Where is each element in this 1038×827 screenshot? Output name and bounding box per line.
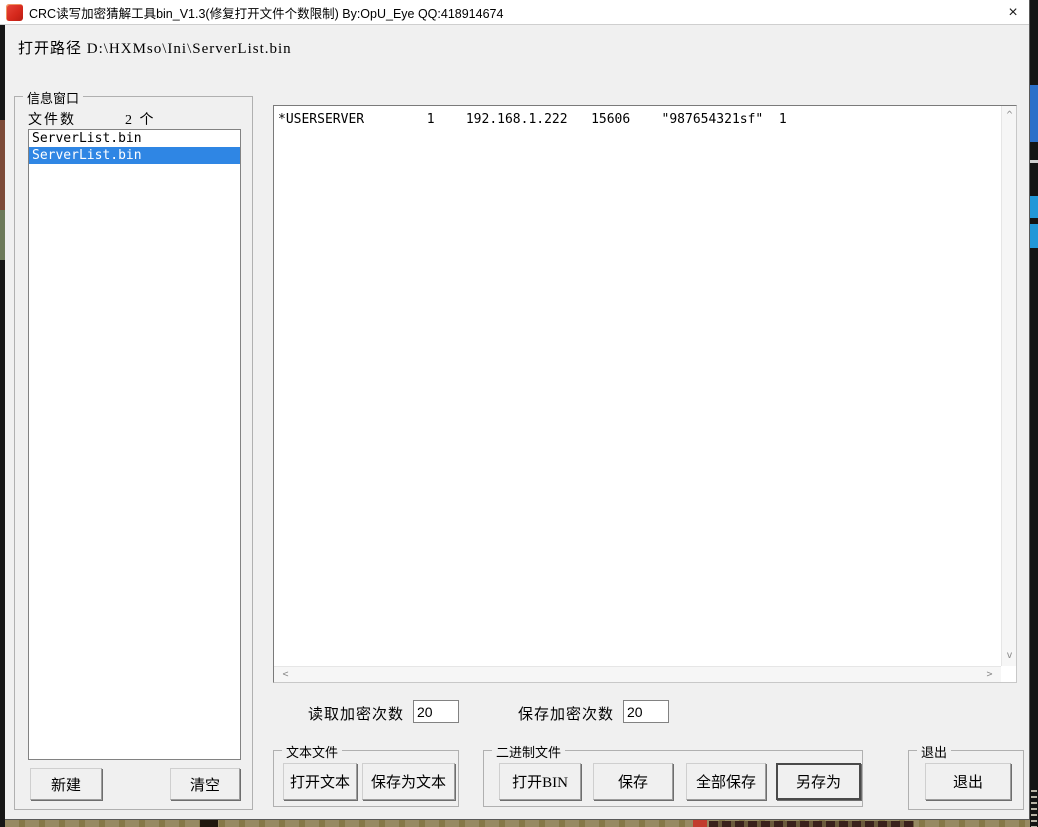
desktop-background-left <box>0 25 5 827</box>
scroll-down-icon[interactable]: v <box>1002 651 1017 661</box>
content-textarea[interactable]: *USERSERVER 1 192.168.1.222 15606 "98765… <box>273 105 1017 683</box>
exit-button[interactable]: 退出 <box>925 763 1011 800</box>
desktop-patch <box>0 120 5 210</box>
file-count-value: 2 个 <box>125 109 156 129</box>
desktop-patch <box>1030 196 1038 218</box>
binary-file-group-title: 二进制文件 <box>492 742 565 761</box>
read-encrypt-count-input[interactable] <box>413 700 459 723</box>
desktop-patch <box>200 820 218 827</box>
new-button[interactable]: 新建 <box>30 768 102 800</box>
vertical-scrollbar[interactable]: ^ v <box>1001 106 1016 666</box>
save-encrypt-count-label: 保存加密次数 <box>518 703 614 724</box>
app-icon <box>6 4 23 21</box>
desktop-patch <box>693 820 707 827</box>
open-bin-button[interactable]: 打开BIN <box>499 763 581 800</box>
scroll-up-icon[interactable]: ^ <box>1002 111 1017 121</box>
list-item[interactable]: ServerList.bin <box>29 130 240 147</box>
desktop-background-bottom <box>5 820 1030 827</box>
save-all-button[interactable]: 全部保存 <box>686 763 766 800</box>
read-encrypt-count-label: 读取加密次数 <box>308 703 404 724</box>
horizontal-scrollbar[interactable]: < > <box>274 666 1001 682</box>
desktop-patch <box>1030 160 1038 163</box>
titlebar: CRC读写加密猜解工具bin_V1.3(修复打开文件个数限制) By:OpU_E… <box>0 0 1029 25</box>
save-as-button[interactable]: 另存为 <box>776 763 861 800</box>
exit-group-title: 退出 <box>917 742 951 761</box>
open-path-label: 打开路径 D:\HXMso\Ini\ServerList.bin <box>18 37 292 58</box>
scroll-right-icon[interactable]: > <box>982 670 997 680</box>
desktop-patch <box>1030 224 1038 248</box>
desktop-patch <box>1031 790 1037 827</box>
clear-button[interactable]: 清空 <box>170 768 240 800</box>
app-window: CRC读写加密猜解工具bin_V1.3(修复打开文件个数限制) By:OpU_E… <box>0 0 1030 820</box>
file-list: ServerList.bin ServerList.bin <box>28 129 241 760</box>
save-button[interactable]: 保存 <box>593 763 673 800</box>
server-record-line: *USERSERVER 1 192.168.1.222 15606 "98765… <box>278 112 787 127</box>
text-file-group-title: 文本文件 <box>282 742 342 761</box>
save-encrypt-count-input[interactable] <box>623 700 669 723</box>
scroll-left-icon[interactable]: < <box>278 670 293 680</box>
desktop-patch <box>0 210 5 260</box>
desktop-patch <box>1030 85 1038 142</box>
window-title: CRC读写加密猜解工具bin_V1.3(修复打开文件个数限制) By:OpU_E… <box>29 3 503 22</box>
desktop-patch <box>709 821 914 827</box>
open-text-button[interactable]: 打开文本 <box>283 763 357 800</box>
file-count-label: 文件数 <box>28 109 76 129</box>
close-icon[interactable]: × <box>999 0 1027 25</box>
list-item-selected[interactable]: ServerList.bin <box>29 147 240 164</box>
desktop-background-right <box>1030 0 1038 827</box>
info-group-title: 信息窗口 <box>23 88 83 107</box>
save-as-text-button[interactable]: 保存为文本 <box>362 763 455 800</box>
